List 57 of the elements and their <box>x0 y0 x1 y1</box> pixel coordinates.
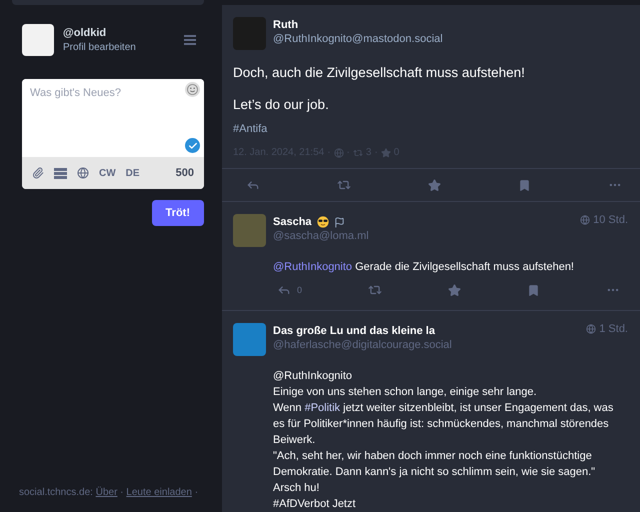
globe-icon <box>580 215 590 225</box>
footer-text: social.tchncs.de: Über · Leute einladen · <box>19 487 200 498</box>
bookmark-button[interactable] <box>526 284 540 296</box>
link[interactable]: @RuthInkognito <box>273 261 352 273</box>
edit-profile-link[interactable]: Profil bearbeiten <box>63 42 175 53</box>
globe-icon <box>334 148 344 158</box>
boost-icon <box>337 178 351 192</box>
poll-button[interactable] <box>54 168 67 178</box>
visibility-button[interactable] <box>77 167 89 179</box>
separator-dot: · <box>346 147 350 158</box>
post-text: Einige von uns stehen schon lange, einige sehr lange. <box>273 385 538 400</box>
sunglasses-face-icon <box>316 216 329 228</box>
bookmark-icon <box>518 178 531 192</box>
attachment-button[interactable] <box>32 167 44 179</box>
reply-button[interactable]: 0 <box>277 283 302 297</box>
content-warning-button[interactable]: CW <box>99 168 116 178</box>
menu-icon[interactable] <box>184 35 196 45</box>
boost-icon <box>352 148 363 158</box>
account-handle[interactable]: @sascha@loma.ml <box>273 230 574 242</box>
compose-box[interactable]: Was gibt's Neues? CW DE 500 <box>22 79 204 189</box>
favourite-button[interactable] <box>448 284 461 296</box>
hashtag-link[interactable]: #Antifa <box>233 123 628 135</box>
boost-icon <box>368 283 382 297</box>
flag-icon <box>334 216 345 228</box>
footer-link[interactable]: Leute einladen <box>126 487 192 498</box>
separator-dot: · <box>327 147 331 158</box>
account-handle[interactable]: @haferlasche@digitalcourage.social <box>273 339 580 351</box>
boost-button[interactable] <box>337 178 351 192</box>
display-name[interactable]: Sascha <box>273 216 312 228</box>
post-time[interactable]: 1 Std. <box>599 323 628 335</box>
post-text: Arsch hu! <box>273 481 320 496</box>
display-name[interactable]: Das große Lu und das kleine la <box>273 325 435 337</box>
display-name[interactable]: Ruth <box>273 19 298 31</box>
post-time[interactable]: 10 Std. <box>593 214 628 226</box>
footer-link[interactable]: Über <box>96 487 118 498</box>
star-icon <box>380 148 391 158</box>
bookmark-button[interactable] <box>518 178 531 192</box>
post-text: "Ach, seht her, wir haben doch immer noch eine funktionstüchtige Demokratie. Dann kann's ja nicht so schlimm sein, wie sie sagen." <box>273 449 596 480</box>
character-count: 500 <box>176 167 194 179</box>
globe-icon <box>586 324 596 334</box>
account-handle[interactable]: @oldkid <box>63 27 175 39</box>
post-text: Let’s do our job. <box>233 96 330 114</box>
favourite-button[interactable] <box>428 178 441 192</box>
bookmark-icon <box>526 284 540 296</box>
publish-button[interactable]: Tröt! <box>152 200 204 226</box>
language-button[interactable]: DE <box>126 168 140 178</box>
post-text: Wenn #Politik jetzt weiter sitzenbleibt, ist unser Engagement das, was es für Politiker*innen häufig ist: schmückendes, manchmal störendes Beiwerk. <box>273 401 614 448</box>
account-handle[interactable]: @RuthInkognito@mastodon.social <box>273 33 628 45</box>
post-text: @RuthInkognito Gerade die Zivilgesellschaft muss aufstehen! <box>273 260 575 275</box>
post-text: @RuthInkognito <box>273 369 354 384</box>
boost-button[interactable] <box>368 283 382 297</box>
star-icon <box>448 284 461 296</box>
star-icon <box>428 178 441 192</box>
link[interactable]: #Politik <box>304 402 340 414</box>
post-text: #AfDVerbot Jetzt <box>273 497 357 512</box>
post-text: Doch, auch die Zivilgesellschaft muss aufstehen! <box>233 64 526 82</box>
separator-dot: · <box>374 147 378 158</box>
